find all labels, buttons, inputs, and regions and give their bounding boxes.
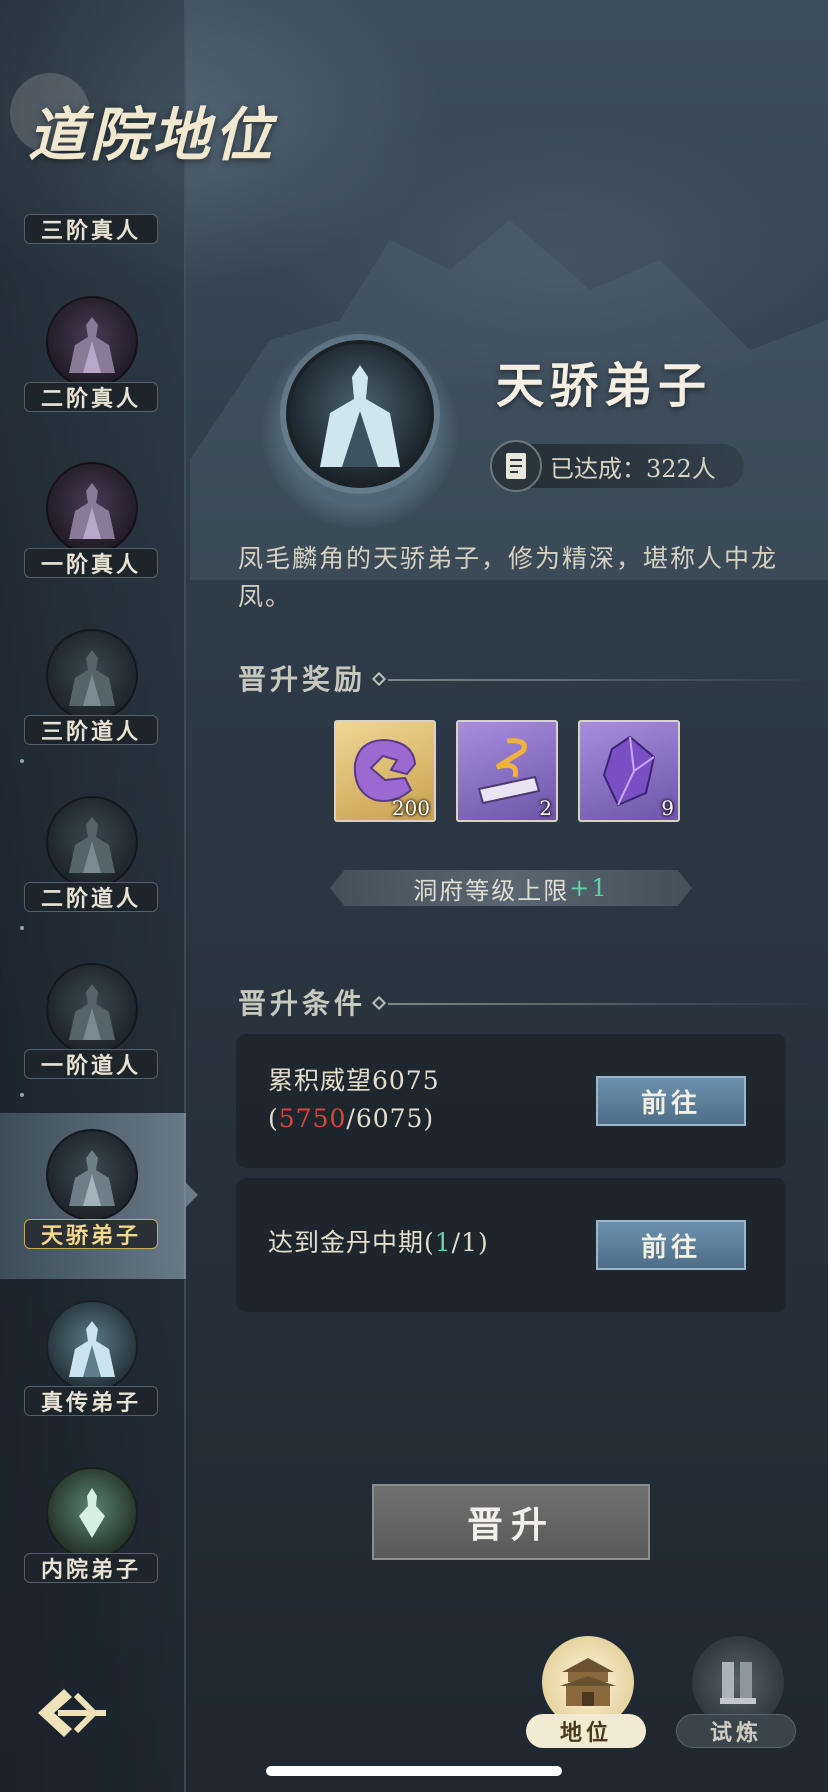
achieved-count-badge: 已达成：322人 bbox=[490, 440, 744, 492]
rank-label: 二阶真人 bbox=[24, 382, 158, 412]
progress-current: 5750 bbox=[278, 1104, 347, 1133]
reward-item-3[interactable]: 9 bbox=[578, 720, 680, 822]
tab-status[interactable]: 地位 bbox=[526, 1636, 646, 1748]
span-30: /1) bbox=[451, 1228, 489, 1257]
purple-crystal-icon bbox=[602, 735, 656, 807]
robed-figure-icon bbox=[46, 1129, 138, 1221]
back-arrow-icon bbox=[38, 1689, 106, 1737]
rank-label: 内院弟子 bbox=[24, 1553, 158, 1583]
back-button[interactable] bbox=[32, 1680, 112, 1746]
robed-figure-icon bbox=[46, 629, 138, 721]
page-title: 道院地位 bbox=[28, 101, 277, 169]
home-indicator bbox=[266, 1766, 562, 1776]
span-27: ( bbox=[268, 1104, 279, 1133]
sidebar-item-rank-5[interactable]: 二阶道人 bbox=[0, 786, 186, 952]
condition-row-cultivation: 达到金丹中期(1/1) 前往 bbox=[236, 1178, 786, 1312]
sidebar-item-rank-3[interactable]: 一阶真人 bbox=[0, 452, 186, 618]
promote-button[interactable]: 晋升 bbox=[372, 1484, 650, 1560]
go-button[interactable]: 前往 bbox=[596, 1220, 746, 1270]
condition-text: 达到金丹中期(1/1) bbox=[268, 1224, 489, 1262]
conditions-divider bbox=[388, 1003, 818, 1005]
reward-count: 200 bbox=[391, 796, 430, 820]
robed-figure-icon bbox=[46, 963, 138, 1055]
robed-figure-icon bbox=[46, 296, 138, 388]
condition-row-prestige: 累积威望6075 (5750/6075) 前往 bbox=[236, 1034, 786, 1168]
cave-level-cap-bonus: 洞府等级上限 +1 bbox=[330, 870, 692, 906]
sidebar-item-rank-4[interactable]: 三阶道人 bbox=[0, 619, 186, 785]
tab-trial[interactable]: 试炼 bbox=[676, 1636, 796, 1748]
rank-sidebar: 道院地位 三阶真人 二阶真人 一阶真人 三阶道人 二阶道人 一阶道人 天骄弟子 … bbox=[0, 0, 272, 1792]
go-button[interactable]: 前往 bbox=[596, 1076, 746, 1126]
condition-text: 累积威望6075 (5750/6075) bbox=[268, 1062, 440, 1138]
rewards-title: 晋升奖励 bbox=[238, 663, 367, 696]
rank-label: 三阶真人 bbox=[24, 214, 158, 244]
rewards-divider bbox=[388, 679, 818, 681]
scroll-icon bbox=[477, 738, 541, 805]
sidebar-item-rank-6[interactable]: 一阶道人 bbox=[0, 953, 186, 1119]
divider-diamond-icon bbox=[371, 995, 387, 1011]
rank-label: 三阶道人 bbox=[24, 715, 158, 745]
sidebar-item-rank-8[interactable]: 真传弟子 bbox=[0, 1290, 186, 1456]
robed-figure-icon bbox=[46, 796, 138, 888]
conditions-title: 晋升条件 bbox=[238, 987, 367, 1020]
robed-figure-icon bbox=[46, 1467, 138, 1559]
rank-name: 天骄弟子 bbox=[496, 358, 713, 414]
robed-figure-icon bbox=[46, 1300, 138, 1392]
reward-item-1[interactable]: 200 bbox=[334, 720, 436, 822]
rank-description: 凤毛麟角的天骄弟子，修为精深，堪称人中龙凤。 bbox=[238, 544, 779, 611]
rank-label: 天骄弟子 bbox=[24, 1219, 158, 1249]
sidebar-item-rank-2[interactable]: 二阶真人 bbox=[0, 286, 186, 452]
scroll-icon bbox=[490, 440, 542, 492]
sidebar-item-rank-7-selected[interactable]: 天骄弟子 bbox=[0, 1113, 198, 1279]
reward-item-2[interactable]: 2 bbox=[456, 720, 558, 822]
tab-label: 地位 bbox=[526, 1714, 646, 1748]
rank-label: 一阶真人 bbox=[24, 548, 158, 578]
rank-label: 二阶道人 bbox=[24, 882, 158, 912]
progress-current: 1 bbox=[434, 1228, 452, 1257]
tab-label: 试炼 bbox=[676, 1714, 796, 1748]
condition-label: 累积威望6075 bbox=[268, 1066, 440, 1095]
reward-count: 9 bbox=[661, 796, 674, 820]
span-28: /6075) bbox=[346, 1104, 435, 1133]
rank-label: 一阶道人 bbox=[24, 1049, 158, 1079]
span-29: 达到金丹中期( bbox=[268, 1228, 435, 1257]
achieved-text: 已达成：322人 bbox=[550, 454, 716, 483]
cap-bonus: +1 bbox=[569, 874, 609, 902]
dot bbox=[20, 926, 24, 930]
condition-progress: (5750/6075) bbox=[268, 1100, 440, 1138]
cap-text: 洞府等级上限 bbox=[413, 876, 570, 905]
dot bbox=[20, 759, 24, 763]
robed-figure-icon bbox=[46, 462, 138, 554]
dot bbox=[20, 1093, 24, 1097]
rank-label: 真传弟子 bbox=[24, 1386, 158, 1416]
sidebar-item-rank-9[interactable]: 内院弟子 bbox=[0, 1457, 186, 1623]
reward-count: 2 bbox=[539, 796, 552, 820]
robed-figure-icon bbox=[286, 340, 434, 488]
divider-diamond-icon bbox=[371, 671, 387, 687]
